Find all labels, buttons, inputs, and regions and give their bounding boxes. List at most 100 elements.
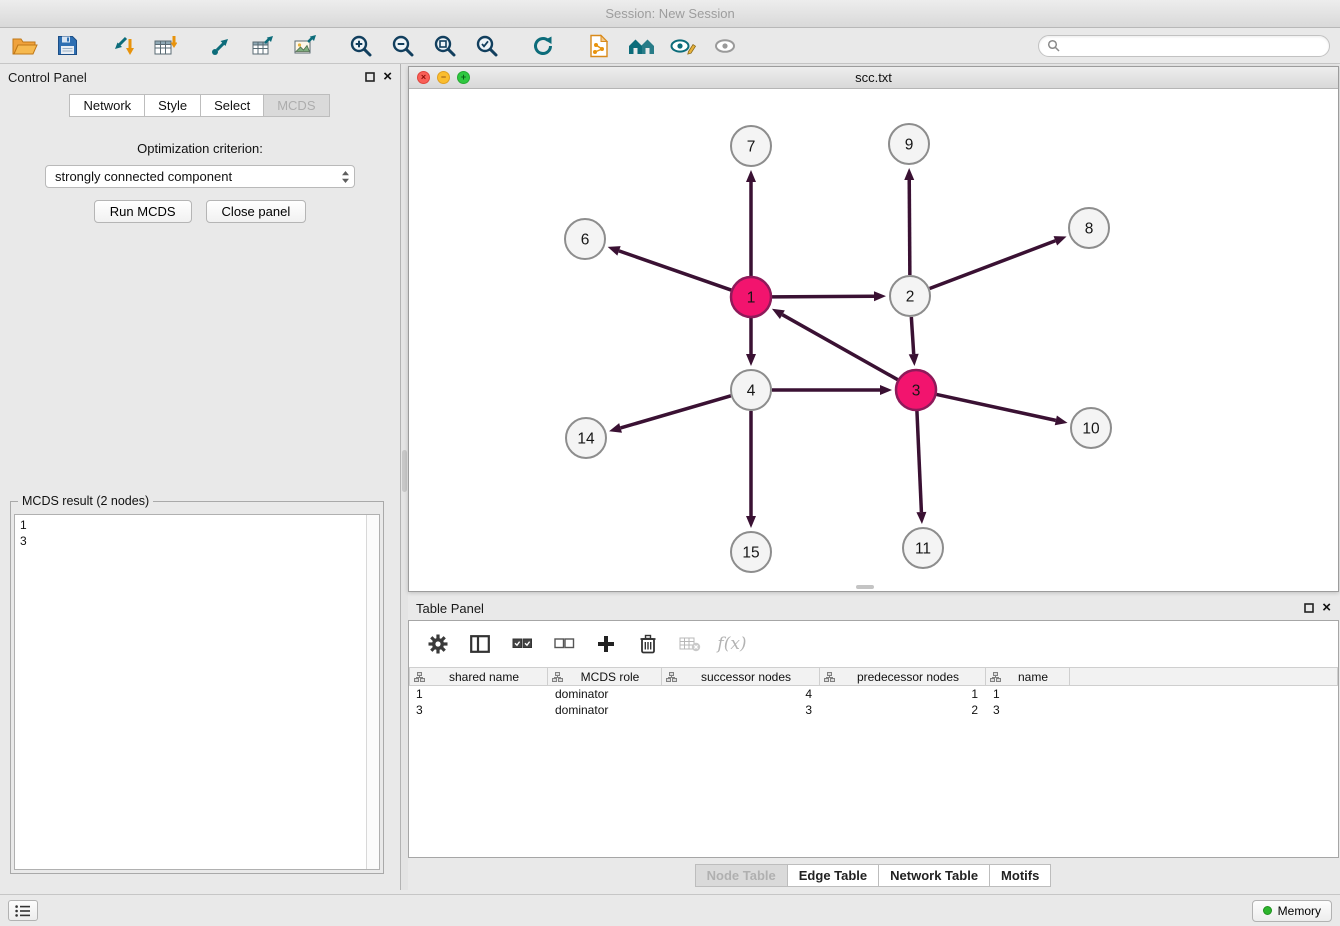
export-network-icon bbox=[209, 35, 233, 57]
open-session-button[interactable] bbox=[10, 31, 40, 61]
float-table-panel-button[interactable] bbox=[1304, 603, 1314, 613]
network-canvas[interactable]: 7 9 6 8 1 2 4 3 14 10 15 11 bbox=[409, 89, 1338, 591]
select-all-button[interactable] bbox=[509, 629, 535, 659]
tab-mcds[interactable]: MCDS bbox=[263, 94, 329, 117]
mcds-result-text[interactable]: 1 3 bbox=[15, 515, 366, 869]
node-10[interactable]: 10 bbox=[1071, 408, 1111, 448]
node-1[interactable]: 1 bbox=[731, 277, 771, 317]
tab-edge-table[interactable]: Edge Table bbox=[787, 864, 879, 887]
import-network-button[interactable] bbox=[108, 31, 138, 61]
float-window-icon bbox=[365, 72, 375, 82]
node-15[interactable]: 15 bbox=[731, 532, 771, 572]
tab-network-table[interactable]: Network Table bbox=[878, 864, 990, 887]
zoom-in-button[interactable] bbox=[346, 31, 376, 61]
tab-network[interactable]: Network bbox=[69, 94, 145, 117]
node-7[interactable]: 7 bbox=[731, 126, 771, 166]
node-9[interactable]: 9 bbox=[889, 124, 929, 164]
export-table-button[interactable] bbox=[248, 31, 278, 61]
refresh-icon bbox=[531, 34, 555, 58]
import-network-icon bbox=[111, 35, 135, 57]
edge-2-3[interactable] bbox=[911, 317, 913, 354]
edge-1-2[interactable] bbox=[772, 296, 874, 297]
table-panel: Table Panel × bbox=[408, 596, 1339, 890]
svg-text:15: 15 bbox=[742, 545, 759, 562]
window-titlebar[interactable]: Session: New Session bbox=[0, 0, 1340, 28]
zoom-in-icon bbox=[349, 34, 373, 58]
network-window-titlebar[interactable]: scc.txt × − + bbox=[409, 67, 1338, 89]
edge-3-1[interactable] bbox=[782, 315, 897, 380]
close-table-panel-button[interactable]: × bbox=[1322, 602, 1331, 614]
column-header-name[interactable]: name bbox=[986, 667, 1070, 686]
main-toolbar bbox=[0, 28, 1340, 64]
table-cell: 3 bbox=[662, 702, 820, 718]
task-history-button[interactable] bbox=[8, 900, 38, 921]
edge-1-6[interactable] bbox=[619, 251, 731, 290]
table-settings-button[interactable] bbox=[425, 629, 451, 659]
arrowhead-icon bbox=[746, 516, 756, 528]
column-header-mcds-role[interactable]: MCDS role bbox=[548, 667, 662, 686]
node-6[interactable]: 6 bbox=[565, 219, 605, 259]
tab-style[interactable]: Style bbox=[144, 94, 201, 117]
annotation-button[interactable] bbox=[668, 31, 698, 61]
delete-table-button[interactable] bbox=[677, 629, 703, 659]
table-cell: 1 bbox=[409, 686, 548, 702]
mcds-result-box: MCDS result (2 nodes) 1 3 bbox=[10, 494, 384, 874]
optimization-dropdown[interactable]: strongly connected component bbox=[45, 165, 355, 188]
panel-splitter[interactable] bbox=[401, 64, 408, 890]
close-panel-button[interactable]: Close panel bbox=[206, 200, 307, 223]
deselect-all-button[interactable] bbox=[551, 629, 577, 659]
edge-4-14[interactable] bbox=[621, 396, 731, 428]
edge-3-11[interactable] bbox=[917, 411, 921, 512]
delete-column-button[interactable] bbox=[635, 629, 661, 659]
zoom-selected-button[interactable] bbox=[472, 31, 502, 61]
edge-3-10[interactable] bbox=[937, 394, 1056, 420]
edge-2-9[interactable] bbox=[909, 180, 910, 275]
zoom-fit-button[interactable] bbox=[430, 31, 460, 61]
column-visibility-button[interactable] bbox=[467, 629, 493, 659]
run-mcds-button[interactable]: Run MCDS bbox=[94, 200, 192, 223]
status-bar: Memory bbox=[0, 894, 1340, 926]
column-header-shared-name[interactable]: shared name bbox=[409, 667, 548, 686]
tab-motifs[interactable]: Motifs bbox=[989, 864, 1051, 887]
search-input[interactable] bbox=[1065, 39, 1321, 53]
table-row[interactable]: 1dominator411 bbox=[409, 686, 1338, 702]
function-builder-button[interactable]: f(x) bbox=[719, 629, 745, 659]
memory-button[interactable]: Memory bbox=[1252, 900, 1332, 922]
node-8[interactable]: 8 bbox=[1069, 208, 1109, 248]
column-header-successor-nodes[interactable]: successor nodes bbox=[662, 667, 820, 686]
table-row[interactable]: 3dominator323 bbox=[409, 702, 1338, 718]
arrowhead-icon bbox=[608, 246, 621, 255]
memory-label: Memory bbox=[1278, 904, 1321, 918]
tab-node-table[interactable]: Node Table bbox=[695, 864, 788, 887]
search-box[interactable] bbox=[1038, 35, 1330, 57]
node-14[interactable]: 14 bbox=[566, 418, 606, 458]
table-rows: 1dominator4113dominator323 bbox=[409, 686, 1338, 718]
export-network-button[interactable] bbox=[206, 31, 236, 61]
edge-2-8[interactable] bbox=[930, 241, 1056, 289]
node-4[interactable]: 4 bbox=[731, 370, 771, 410]
node-11[interactable]: 11 bbox=[903, 528, 943, 568]
import-table-button[interactable] bbox=[150, 31, 180, 61]
save-session-button[interactable] bbox=[52, 31, 82, 61]
arrowhead-icon bbox=[609, 423, 622, 433]
apply-layout-button[interactable] bbox=[528, 31, 558, 61]
float-panel-button[interactable] bbox=[365, 72, 375, 82]
add-column-button[interactable] bbox=[593, 629, 619, 659]
close-icon: × bbox=[1322, 602, 1331, 614]
tab-select[interactable]: Select bbox=[200, 94, 264, 117]
plus-icon bbox=[597, 635, 615, 653]
result-scrollbar[interactable] bbox=[366, 515, 379, 869]
close-panel-button-header[interactable]: × bbox=[383, 71, 392, 83]
zoom-out-button[interactable] bbox=[388, 31, 418, 61]
horizontal-scrollbar[interactable] bbox=[856, 585, 874, 589]
visibility-button[interactable] bbox=[710, 31, 740, 61]
node-2[interactable]: 2 bbox=[890, 276, 930, 316]
network-from-file-button[interactable] bbox=[584, 31, 614, 61]
column-header-predecessor-nodes[interactable]: predecessor nodes bbox=[820, 667, 986, 686]
node-3[interactable]: 3 bbox=[896, 370, 936, 410]
splitter-handle[interactable] bbox=[402, 450, 407, 492]
network-window: scc.txt × − + 7 9 6 8 1 2 4 3 14 10 15 11 bbox=[408, 66, 1339, 592]
fx-icon: f(x) bbox=[717, 634, 746, 654]
home-button[interactable] bbox=[626, 31, 656, 61]
export-image-button[interactable] bbox=[290, 31, 320, 61]
